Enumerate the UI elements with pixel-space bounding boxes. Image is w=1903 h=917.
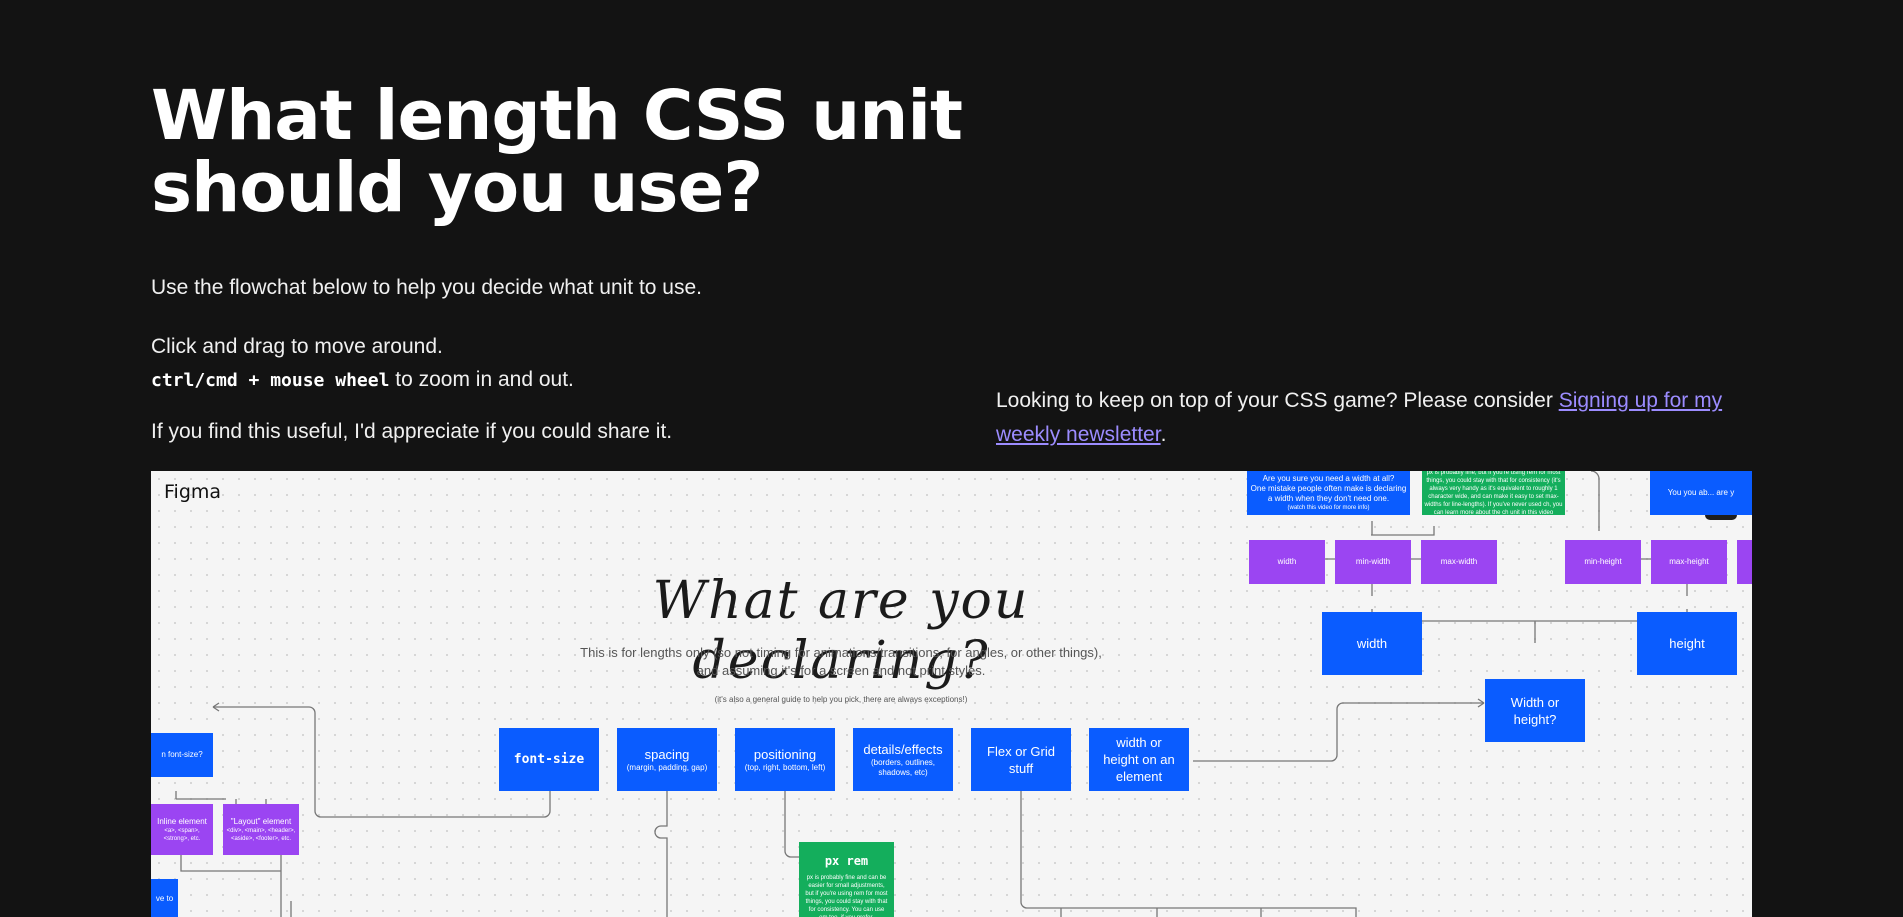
height-option-node-partial[interactable] xyxy=(1737,540,1752,584)
intro-text: Use the flowchat below to help you decid… xyxy=(151,276,703,299)
width-question-line2: One mistake people often make is declari… xyxy=(1250,484,1407,503)
width-green-note: px is probably fine, but if you're using… xyxy=(1422,471,1565,516)
details-label: details/effects xyxy=(863,742,943,757)
spacing-label: spacing xyxy=(644,747,690,762)
share-text: If you find this useful, I'd appreciate … xyxy=(151,420,673,443)
left-bottom-node[interactable]: ve to xyxy=(151,879,178,917)
subtitle-line-1: This is for lengths only (so not timing … xyxy=(580,645,1102,660)
zoom-instruction: to zoom in and out. xyxy=(389,368,574,391)
newsletter-callout: Looking to keep on top of your CSS game?… xyxy=(996,384,1756,452)
spacing-sub: (margin, padding, gap) xyxy=(626,763,708,772)
min-height-option-node[interactable]: min-height xyxy=(1565,540,1641,584)
width-height-node[interactable]: width or height on an element xyxy=(1089,728,1189,791)
width-question-node[interactable]: Are you sure you need a width at all? On… xyxy=(1247,471,1410,515)
width-node[interactable]: width xyxy=(1322,612,1422,675)
width-or-height-node[interactable]: Width or height? xyxy=(1485,679,1585,742)
zoom-shortcut-code: ctrl/cmd + mouse wheel xyxy=(151,370,390,391)
flowchart-note: (it's also a general guide to help you p… xyxy=(714,695,968,704)
width-question-line1: Are you sure you need a width at all? xyxy=(1262,474,1395,483)
px-rem-label: px rem xyxy=(824,854,869,868)
width-question-line3: (watch this video for more info) xyxy=(1287,505,1370,511)
height-node[interactable]: height xyxy=(1637,612,1737,675)
page-title: What length CSS unit should you use? xyxy=(151,76,963,228)
inline-element-node[interactable]: Inline element <a>, <span>, <strong>, et… xyxy=(151,804,213,855)
newsletter-period: . xyxy=(1160,423,1167,446)
layout-element-label: "Layout" element xyxy=(230,816,292,826)
px-rem-note: px is probably fine and can be easier fo… xyxy=(805,875,888,917)
details-sub: (borders, outlines, shadows, etc) xyxy=(870,758,936,777)
min-width-option-node[interactable]: min-width xyxy=(1335,540,1411,584)
inline-element-sub: <a>, <span>, <strong>, etc. xyxy=(163,827,201,842)
max-height-option-node[interactable]: max-height xyxy=(1651,540,1727,584)
spacing-node[interactable]: spacing (margin, padding, gap) xyxy=(617,728,717,791)
layout-element-node[interactable]: "Layout" element <div>, <main>, <header>… xyxy=(223,804,299,855)
px-rem-node[interactable]: px rem px is probably fine and can be ea… xyxy=(799,842,894,917)
right-question-node[interactable]: You you ab... are y xyxy=(1650,471,1752,515)
figma-embed[interactable]: Figma What are you declaring? This is fo… xyxy=(151,471,1752,917)
newsletter-text: Looking to keep on top of your CSS game?… xyxy=(996,389,1559,412)
left-question-node[interactable]: n font-size? xyxy=(151,733,213,777)
details-effects-node[interactable]: details/effects (borders, outlines, shad… xyxy=(853,728,953,791)
figma-brand-label: Figma xyxy=(164,481,222,503)
inline-element-label: Inline element xyxy=(157,816,207,826)
instructions: Click and drag to move around. ctrl/cmd … xyxy=(151,330,574,397)
flowchart-subtitle: This is for lengths only (so not timing … xyxy=(571,644,1111,680)
font-size-node[interactable]: font-size xyxy=(499,728,599,791)
flex-grid-node[interactable]: Flex or Grid stuff xyxy=(971,728,1071,791)
subtitle-line-2: and assuming it's for a screen and not p… xyxy=(696,663,986,678)
layout-element-sub: <div>, <main>, <header>, <aside>, <foote… xyxy=(226,827,296,842)
width-option-node[interactable]: width xyxy=(1249,540,1325,584)
positioning-label: positioning xyxy=(753,747,817,762)
positioning-sub: (top, right, bottom, left) xyxy=(744,763,826,772)
drag-instruction: Click and drag to move around. xyxy=(151,335,443,358)
max-width-option-node[interactable]: max-width xyxy=(1421,540,1497,584)
positioning-node[interactable]: positioning (top, right, bottom, left) xyxy=(735,728,835,791)
